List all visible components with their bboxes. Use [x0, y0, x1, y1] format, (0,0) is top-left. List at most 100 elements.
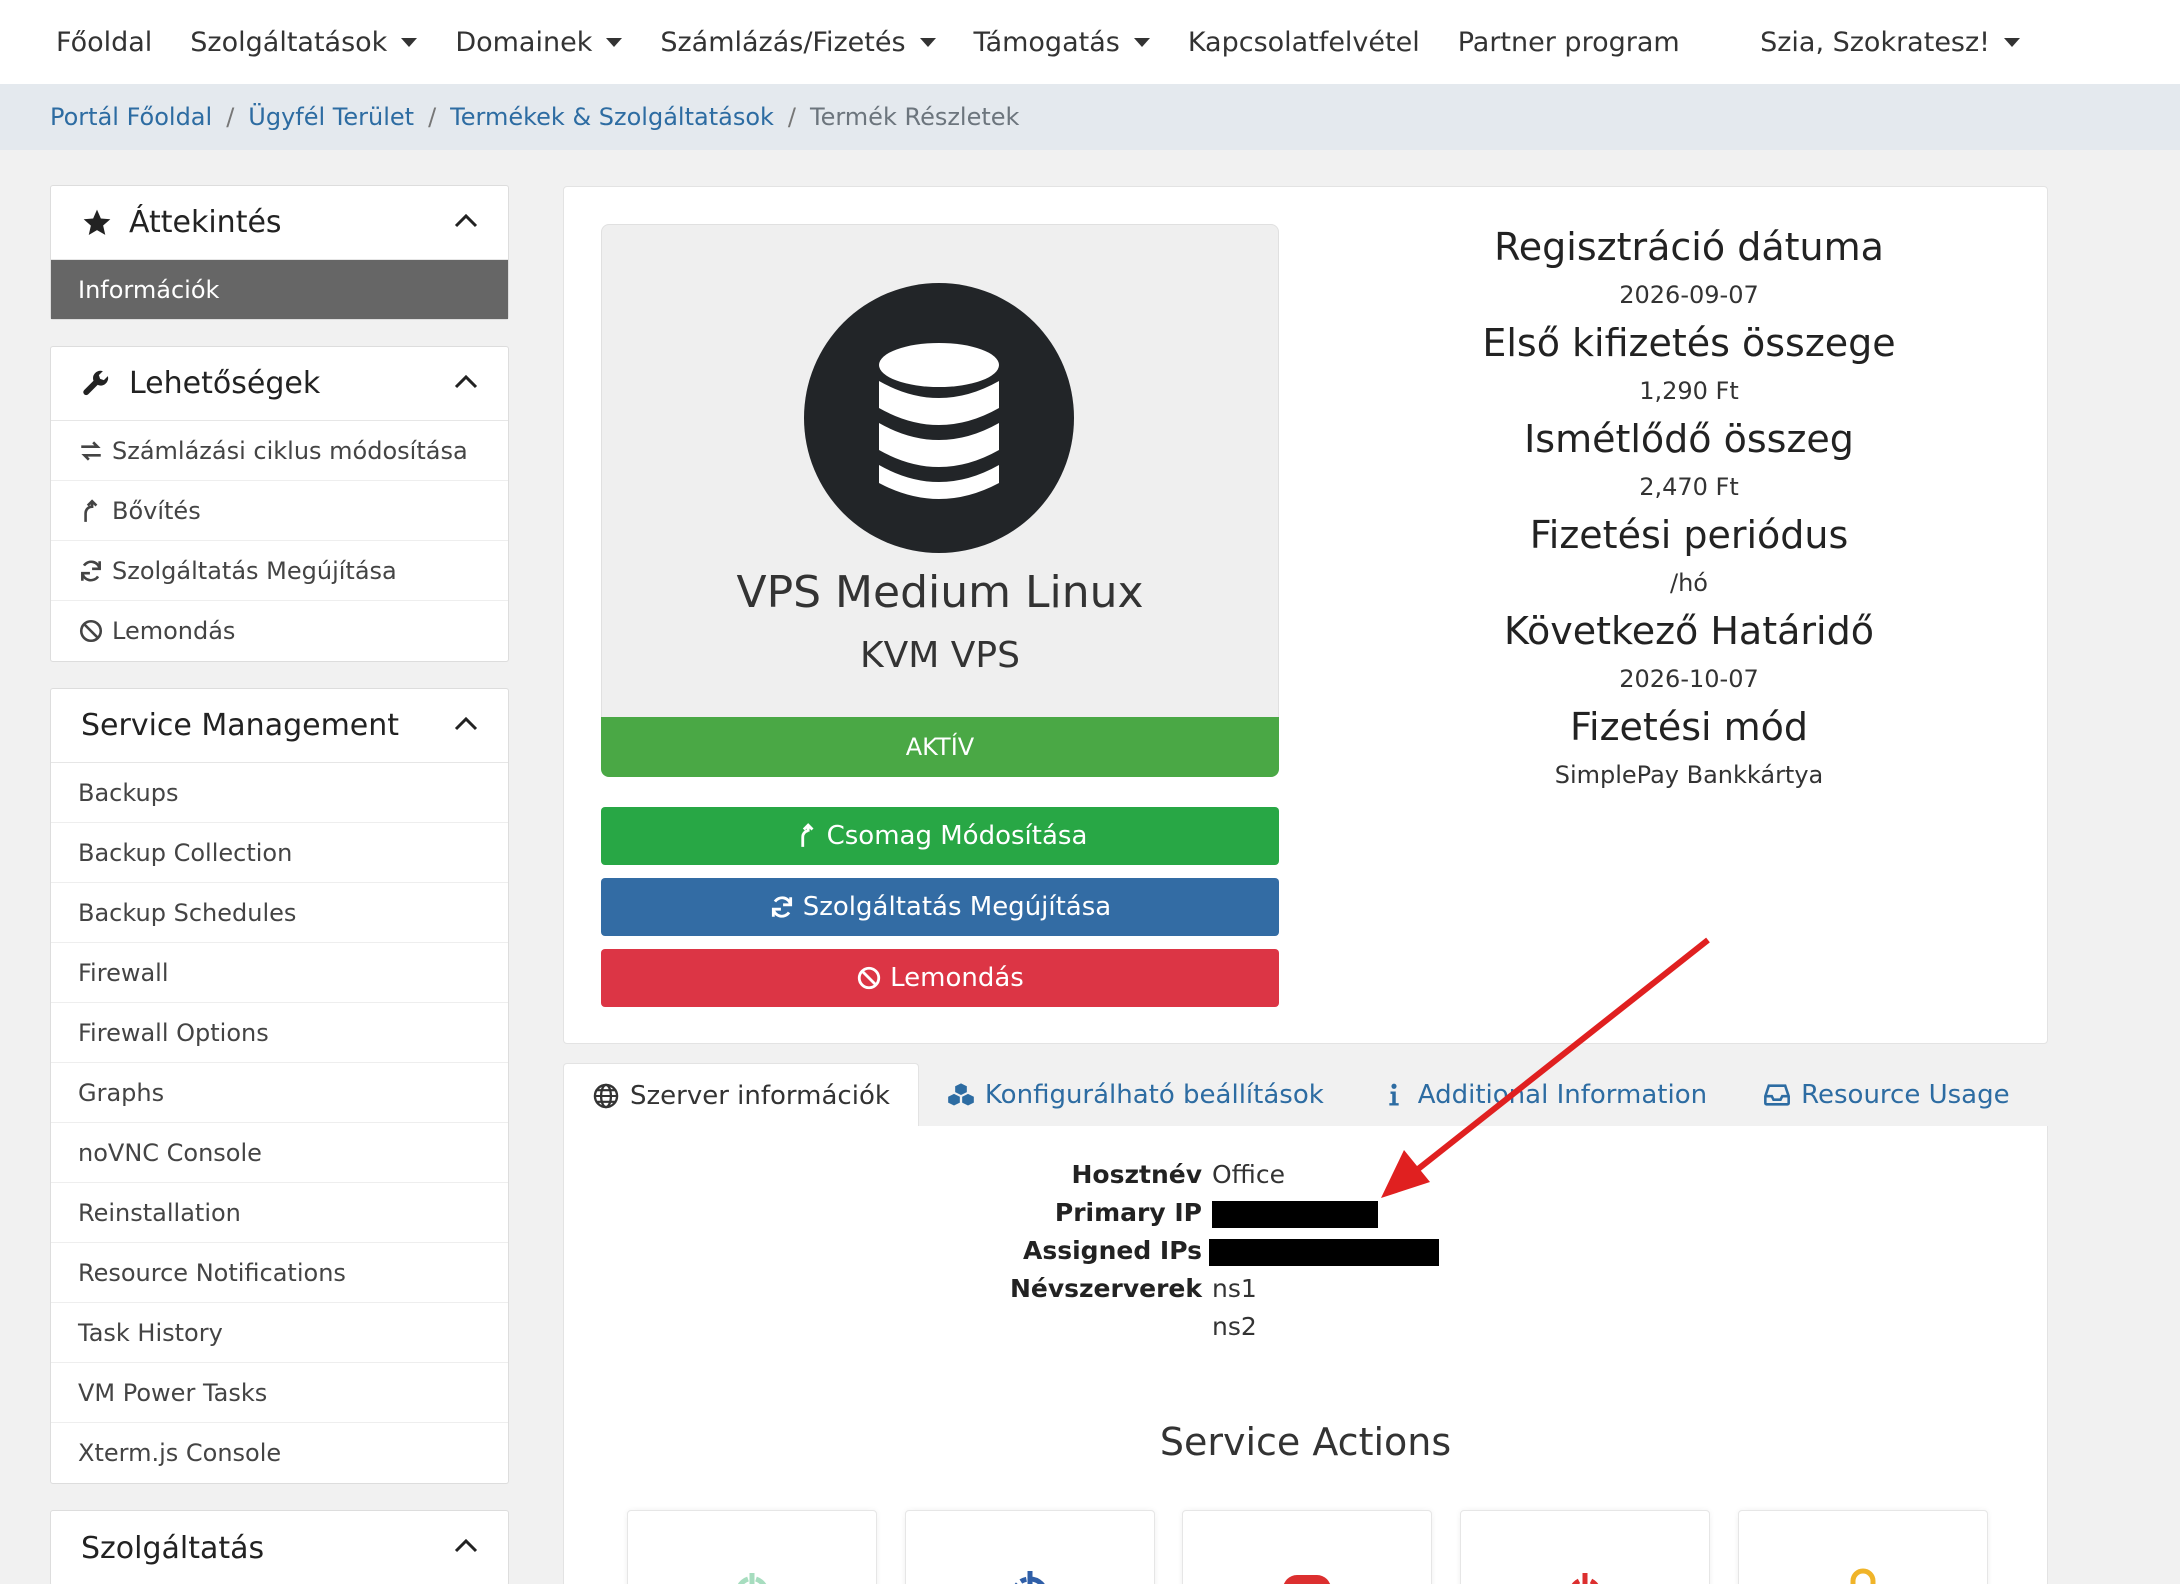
next-due-value: 2026-10-07	[1619, 665, 1759, 693]
chevron-up-icon[interactable]	[454, 212, 478, 228]
sidebar-item-firewall-options[interactable]: Firewall Options	[51, 1003, 508, 1063]
breadcrumb-separator: /	[226, 103, 235, 131]
caret-down-icon	[1133, 37, 1150, 47]
sidebar-service-header[interactable]: Szolgáltatás	[51, 1511, 508, 1584]
caret-down-icon	[919, 37, 936, 47]
sidebar-item-task-history[interactable]: Task History	[51, 1303, 508, 1363]
tab-additional-information[interactable]: Additional Information	[1352, 1063, 1735, 1127]
sidebar-item-vm-power-tasks[interactable]: VM Power Tasks	[51, 1363, 508, 1423]
inbox-icon	[1763, 1081, 1791, 1109]
next-due-label: Következő Határidő	[1504, 609, 1874, 653]
chevron-up-icon[interactable]	[454, 715, 478, 731]
sidebar-item-renew[interactable]: Szolgáltatás Megújítása	[51, 541, 508, 601]
product-icon-circle	[804, 283, 1074, 553]
product-info-column: Regisztráció dátuma 2026-09-07 Első kifi…	[1424, 223, 1954, 799]
upgrade-arrow-icon	[78, 498, 104, 524]
wrench-icon	[81, 368, 113, 400]
first-payment-label: Első kifizetés összege	[1482, 321, 1896, 365]
billing-cycle-label: Fizetési periódus	[1529, 513, 1849, 557]
registration-date-label: Regisztráció dátuma	[1494, 225, 1884, 269]
nav-item-contact[interactable]: Kapcsolatfelvétel	[1188, 27, 1420, 58]
nameservers-label: Névszerverek	[1009, 1274, 1202, 1303]
database-icon	[879, 343, 999, 499]
ban-icon	[856, 965, 882, 991]
sidebar-options-header[interactable]: Lehetőségek	[51, 347, 508, 421]
sync-icon	[769, 894, 795, 920]
cancel-service-button[interactable]: Lemondás	[601, 949, 1279, 1007]
status-badge: AKTÍV	[601, 717, 1279, 777]
power-on-icon	[737, 1573, 767, 1584]
sidebar-item-information[interactable]: Információk	[51, 260, 508, 319]
reboot-icon	[1014, 1571, 1045, 1584]
tab-configurable-options[interactable]: Konfigurálható beállítások	[919, 1063, 1352, 1127]
sidebar-service-management-header[interactable]: Service Management	[51, 689, 508, 763]
tab-resource-usage[interactable]: Resource Usage	[1735, 1063, 2038, 1127]
breadcrumb-products-services[interactable]: Termékek & Szolgáltatások	[450, 103, 774, 131]
sidebar-item-backup-collection[interactable]: Backup Collection	[51, 823, 508, 883]
sidebar-item-xterm-console[interactable]: Xterm.js Console	[51, 1423, 508, 1483]
chevron-up-icon[interactable]	[454, 373, 478, 389]
payment-method-label: Fizetési mód	[1569, 705, 1809, 749]
nav-item-affiliate[interactable]: Partner program	[1458, 27, 1680, 58]
reboot-button[interactable]	[905, 1510, 1155, 1584]
product-box: VPS Medium Linux KVM VPS	[601, 224, 1279, 729]
chevron-up-icon[interactable]	[454, 1537, 478, 1553]
breadcrumb: Portál Főoldal / Ügyfél Terület / Termék…	[0, 84, 2180, 150]
nav-item-services[interactable]: Szolgáltatások	[190, 27, 418, 58]
stop-icon	[1283, 1575, 1331, 1584]
sidebar-item-resource-notifications[interactable]: Resource Notifications	[51, 1243, 508, 1303]
nameserver-1-value: ns1	[1212, 1274, 1257, 1303]
sidebar: Áttekintés Információk Lehetőségek Száml…	[50, 185, 509, 1584]
billing-cycle-value: /hó	[1670, 569, 1708, 597]
sidebar-item-firewall[interactable]: Firewall	[51, 943, 508, 1003]
stop-button[interactable]	[1182, 1510, 1432, 1584]
sidebar-service-title: Szolgáltatás	[81, 1530, 265, 1566]
sidebar-overview-header[interactable]: Áttekintés	[51, 186, 508, 260]
user-menu[interactable]: Szia, Szokratesz!	[1760, 0, 2020, 84]
sidebar-item-upgrade[interactable]: Bővítés	[51, 481, 508, 541]
payment-method-value: SimplePay Bankkártya	[1554, 761, 1824, 789]
primary-ip-value	[1212, 1198, 1378, 1228]
first-payment-value: 1,290 Ft	[1639, 377, 1739, 405]
breadcrumb-portal-home[interactable]: Portál Főoldal	[50, 103, 212, 131]
tab-server-info[interactable]: Szerver információk	[563, 1063, 919, 1127]
sidebar-item-reinstallation[interactable]: Reinstallation	[51, 1183, 508, 1243]
sidebar-item-novnc-console[interactable]: noVNC Console	[51, 1123, 508, 1183]
recurring-amount-value: 2,470 Ft	[1639, 473, 1739, 501]
server-info-table: Hosztnév Office Primary IP Assigned IPs …	[564, 1160, 2047, 1350]
nav-item-domains[interactable]: Domainek	[455, 27, 623, 58]
sidebar-service-card: Szolgáltatás	[50, 1510, 509, 1584]
sidebar-service-management-title: Service Management	[81, 708, 400, 743]
star-icon	[81, 207, 113, 239]
sidebar-item-backups[interactable]: Backups	[51, 763, 508, 823]
sync-icon	[78, 558, 104, 584]
nav-item-support[interactable]: Támogatás	[974, 27, 1150, 58]
sidebar-item-backup-schedules[interactable]: Backup Schedules	[51, 883, 508, 943]
sidebar-item-graphs[interactable]: Graphs	[51, 1063, 508, 1123]
sidebar-overview-card: Áttekintés Információk	[50, 185, 509, 320]
lock-button[interactable]	[1738, 1510, 1988, 1584]
sidebar-item-cancel[interactable]: Lemondás	[51, 601, 508, 661]
assigned-ips-label: Assigned IPs	[1023, 1236, 1202, 1265]
assigned-ips-value	[1209, 1236, 1439, 1266]
nav-item-home[interactable]: Főoldal	[56, 27, 152, 58]
nameservers-row: Névszerverek ns1	[564, 1274, 2047, 1312]
hostname-label: Hosztnév	[1071, 1160, 1202, 1189]
caret-down-icon	[401, 37, 418, 47]
power-off-button[interactable]	[1460, 1510, 1710, 1584]
caret-down-icon	[606, 37, 623, 47]
nav-item-billing[interactable]: Számlázás/Fizetés	[660, 27, 936, 58]
sidebar-service-management-card: Service Management Backups Backup Collec…	[50, 688, 509, 1484]
caret-down-icon	[2004, 37, 2020, 47]
cubes-icon	[947, 1081, 975, 1109]
globe-icon	[592, 1082, 620, 1110]
breadcrumb-client-area[interactable]: Ügyfél Terület	[248, 103, 414, 131]
nameserver-2-value: ns2	[1212, 1312, 1257, 1341]
assigned-ips-row: Assigned IPs	[564, 1236, 2047, 1274]
sidebar-item-change-billing-cycle[interactable]: Számlázási ciklus módosítása	[51, 421, 508, 481]
upgrade-package-button[interactable]: Csomag Módosítása	[601, 807, 1279, 865]
product-group: KVM VPS	[860, 635, 1020, 676]
renew-service-button[interactable]: Szolgáltatás Megújítása	[601, 878, 1279, 936]
redacted-assigned-ips	[1209, 1238, 1439, 1266]
power-on-button[interactable]	[627, 1510, 877, 1584]
